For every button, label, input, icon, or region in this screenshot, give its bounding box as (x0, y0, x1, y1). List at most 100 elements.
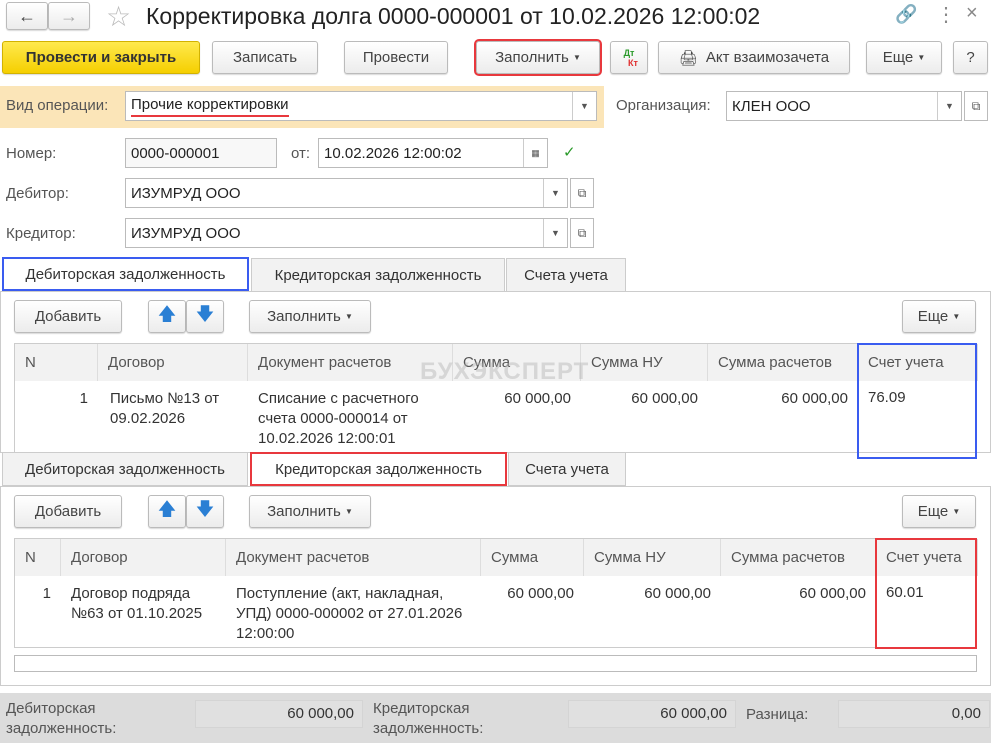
chevron-down-icon[interactable]: ▼ (937, 92, 961, 120)
table-row[interactable]: 1 Договор подряда №63 от 01.10.2025 Пост… (15, 576, 978, 649)
organization-select[interactable]: КЛЕН ООО ▼ (726, 91, 962, 121)
difference-label: Разница: (746, 706, 809, 723)
tab-accounts[interactable]: Счета учета (508, 452, 626, 486)
panel-more-button[interactable]: Еще ▼ (902, 300, 976, 333)
more-label: Еще (917, 308, 949, 325)
dt-label: Дт (623, 47, 635, 58)
panel-fill-button[interactable]: Заполнить ▼ (249, 495, 371, 528)
col-sum-calc[interactable]: Сумма расчетов (721, 539, 876, 576)
page-title: Корректировка долга 0000-000001 от 10.02… (146, 3, 761, 29)
credit-total-value: 60 000,00 (568, 700, 736, 728)
debtor-label: Дебитор: (6, 185, 69, 202)
fill-label: Заполнить (495, 49, 569, 66)
table-row[interactable]: 1 Письмо №13 от 09.02.2026 Списание с ра… (15, 381, 978, 454)
cell-sum-calc: 60 000,00 (781, 390, 848, 407)
debtor-value: ИЗУМРУД ООО (131, 184, 241, 202)
col-contract[interactable]: Договор (98, 344, 248, 381)
move-down-button[interactable]: 🡇 (186, 300, 224, 333)
creditor-value: ИЗУМРУД ООО (131, 224, 241, 242)
date-value: 10.02.2026 12:00:02 (324, 144, 462, 162)
cell-account: 76.09 (868, 389, 906, 406)
post-button[interactable]: Провести (344, 41, 448, 74)
number-value: 0000-000001 (131, 144, 220, 162)
difference-value: 0,00 (838, 700, 990, 728)
link-icon[interactable]: 🔗 (895, 4, 917, 25)
add-button[interactable]: Добавить (14, 495, 122, 528)
chevron-down-icon: ▼ (952, 507, 961, 516)
more-button[interactable]: Еще ▼ (866, 41, 942, 74)
more-label: Еще (917, 503, 949, 520)
date-input[interactable]: 10.02.2026 12:00:02 ▦ (318, 138, 548, 168)
creditor-label: Кредитор: (6, 225, 76, 242)
col-document[interactable]: Документ расчетов (226, 539, 481, 576)
help-button[interactable]: ? (953, 41, 988, 74)
forward-button[interactable]: → (48, 2, 90, 30)
tab-debit[interactable]: Дебиторская задолженность (2, 452, 248, 486)
col-sum-nu[interactable]: Сумма НУ (581, 344, 708, 381)
printer-icon: 🖨 (678, 49, 698, 67)
tab-accounts[interactable]: Счета учета (506, 258, 626, 292)
open-icon[interactable]: ⧉ (570, 178, 594, 208)
debit-total-value: 60 000,00 (195, 700, 363, 728)
chevron-down-icon: ▼ (572, 53, 581, 62)
debtor-select[interactable]: ИЗУМРУД ООО ▼ (125, 178, 568, 208)
close-icon[interactable]: × (966, 2, 978, 25)
col-sum-calc[interactable]: Сумма расчетов (708, 344, 858, 381)
offset-act-button[interactable]: 🖨 Акт взаимозачета (658, 41, 850, 74)
cell-contract: Письмо №13 от 09.02.2026 (110, 390, 220, 427)
date-label: от: (291, 145, 311, 162)
move-up-button[interactable]: 🡅 (148, 495, 186, 528)
creditor-select[interactable]: ИЗУМРУД ООО ▼ (125, 218, 568, 248)
col-sum[interactable]: Сумма (481, 539, 584, 576)
cell-sum-calc: 60 000,00 (799, 585, 866, 602)
organization-label: Организация: (616, 97, 711, 114)
credit-table: N Договор Документ расчетов Сумма Сумма … (14, 538, 978, 649)
number-label: Номер: (6, 145, 57, 162)
col-sum-nu[interactable]: Сумма НУ (584, 539, 721, 576)
tab-debit[interactable]: Дебиторская задолженность (2, 257, 249, 291)
cell-document: Списание с расчетного счета 0000-000014 … (258, 390, 419, 447)
cell-sum-nu: 60 000,00 (644, 585, 711, 602)
post-and-close-button[interactable]: Провести и закрыть (2, 41, 200, 74)
more-vert-icon[interactable]: ⋮ (936, 2, 956, 27)
panel-more-button[interactable]: Еще ▼ (902, 495, 976, 528)
col-n[interactable]: N (15, 344, 98, 381)
move-down-button[interactable]: 🡇 (186, 495, 224, 528)
col-n[interactable]: N (15, 539, 61, 576)
number-input[interactable]: 0000-000001 (125, 138, 277, 168)
cell-sum: 60 000,00 (507, 585, 574, 602)
move-up-button[interactable]: 🡅 (148, 300, 186, 333)
debit-table: N Договор Документ расчетов Сумма Сумма … (14, 343, 978, 454)
fill-label: Заполнить (267, 308, 341, 325)
chevron-down-icon[interactable]: ▼ (543, 219, 567, 247)
fill-label: Заполнить (267, 503, 341, 520)
panel-fill-button[interactable]: Заполнить ▼ (249, 300, 371, 333)
debit-total-label: Дебиторская задолженность: (6, 700, 117, 737)
cell-n: 1 (42, 585, 51, 602)
open-icon[interactable]: ⧉ (964, 91, 988, 121)
credit-total-label: Кредиторская задолженность: (373, 700, 484, 737)
operation-label: Вид операции: (6, 97, 109, 114)
dt-kt-button[interactable]: Дт Кт (610, 41, 648, 74)
cell-n: 1 (79, 390, 88, 407)
operation-value: Прочие корректировки (131, 96, 289, 117)
favorite-star-icon[interactable]: ☆ (106, 0, 131, 33)
back-button[interactable]: ← (6, 2, 48, 30)
chevron-down-icon[interactable]: ▼ (572, 92, 596, 120)
cell-sum-nu: 60 000,00 (631, 390, 698, 407)
tab-credit[interactable]: Кредиторская задолженность (250, 452, 507, 486)
col-contract[interactable]: Договор (61, 539, 226, 576)
kt-label: Кт (628, 57, 638, 68)
cell-account: 60.01 (886, 584, 924, 601)
chevron-down-icon: ▼ (952, 312, 961, 321)
check-doc-icon[interactable]: ✓ (563, 143, 576, 161)
chevron-down-icon[interactable]: ▼ (543, 179, 567, 207)
operation-select[interactable]: Прочие корректировки ▼ (125, 91, 597, 121)
chevron-down-icon: ▼ (344, 507, 353, 516)
tab-credit[interactable]: Кредиторская задолженность (251, 258, 505, 292)
add-button[interactable]: Добавить (14, 300, 122, 333)
calendar-icon[interactable]: ▦ (523, 139, 547, 167)
fill-button[interactable]: Заполнить ▼ (474, 39, 602, 76)
save-button[interactable]: Записать (212, 41, 318, 74)
open-icon[interactable]: ⧉ (570, 218, 594, 248)
